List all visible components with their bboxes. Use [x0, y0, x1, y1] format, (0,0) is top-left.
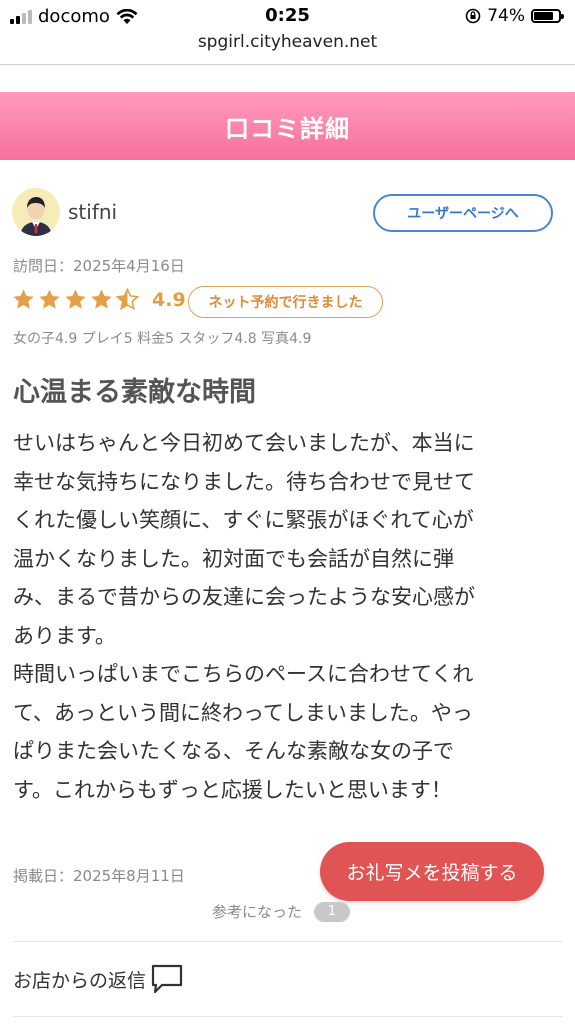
user-avatar-icon: [20, 197, 52, 236]
review-line: て、あっという間に終わってしまいました。やっ: [13, 700, 473, 725]
page-title-banner: 口コミ詳細: [0, 92, 575, 160]
star-full-icon: [13, 289, 34, 309]
post-thanks-photo-button[interactable]: お礼写メを投稿する: [320, 842, 544, 901]
visit-date: 訪問日：2025年4月16日: [13, 257, 185, 275]
section-divider: [13, 1016, 562, 1017]
address-bar-url[interactable]: spgirl.cityheaven.net: [0, 32, 575, 52]
page-title: 口コミ詳細: [225, 114, 350, 143]
review-line: あります。: [13, 623, 116, 648]
review-line: 時間いっぱいまでこちらのペースに合わせてくれ: [13, 662, 474, 686]
review-line: 温かくなりました。初対面でも会話が自然に弾: [13, 546, 454, 571]
rating-score: 4.9: [152, 289, 186, 311]
star-full-icon: [39, 289, 60, 309]
speech-bubble-icon: [151, 964, 183, 994]
section-divider: [13, 941, 562, 942]
helpful-count-badge: 1: [314, 901, 351, 922]
review-line: み、まるで昔からの友達に会ったような安心感が: [13, 585, 475, 609]
status-right: 74%: [465, 6, 564, 26]
helpful-label: 参考になった: [212, 903, 303, 921]
sub-ratings: 女の子4.9 プレイ5 料金5 スタッフ4.8 写真4.9: [13, 331, 312, 347]
address-bar-divider: [0, 64, 575, 65]
shop-reply-toggle[interactable]: お店からの返信: [13, 963, 184, 995]
review-line: くれた優しい笑顔に、すぐに緊張がほぐれて心が: [13, 508, 474, 532]
shop-reply-label: お店からの返信: [13, 969, 147, 992]
review-title: 心温まる素敵な時間: [13, 377, 256, 408]
user-page-button[interactable]: ユーザーページへ: [373, 194, 553, 232]
star-half-icon: [116, 288, 139, 311]
orientation-lock-icon: [465, 8, 481, 24]
posted-date: 掲載日：2025年8月11日: [13, 867, 185, 885]
review-body: せいはちゃんと今日初めて会いましたが、本当に 幸せな気持ちになりました。待ち合わ…: [13, 424, 561, 809]
star-full-icon: [65, 289, 86, 309]
booking-badge: ネット予約で行きました: [188, 286, 383, 318]
battery-icon: [531, 9, 564, 23]
review-line: 幸せな気持ちになりました。待ち合わせで見せて: [13, 469, 475, 494]
star-rating: [12, 288, 139, 311]
review-line: す。これからもずっと応援したいと思います！: [13, 777, 452, 802]
review-line: ぱりまた会いたくなる、そんな素敵な女の子で: [13, 739, 454, 763]
star-full-icon: [91, 289, 112, 309]
review-line: せいはちゃんと今日初めて会いましたが、本当に: [13, 431, 475, 455]
user-avatar[interactable]: [12, 188, 60, 236]
battery-percent: 74%: [487, 6, 525, 26]
username[interactable]: stifni: [68, 200, 117, 224]
helpful-button[interactable]: 参考になった 1: [212, 901, 351, 922]
status-bar: docomo 0:25 74%: [0, 0, 575, 30]
